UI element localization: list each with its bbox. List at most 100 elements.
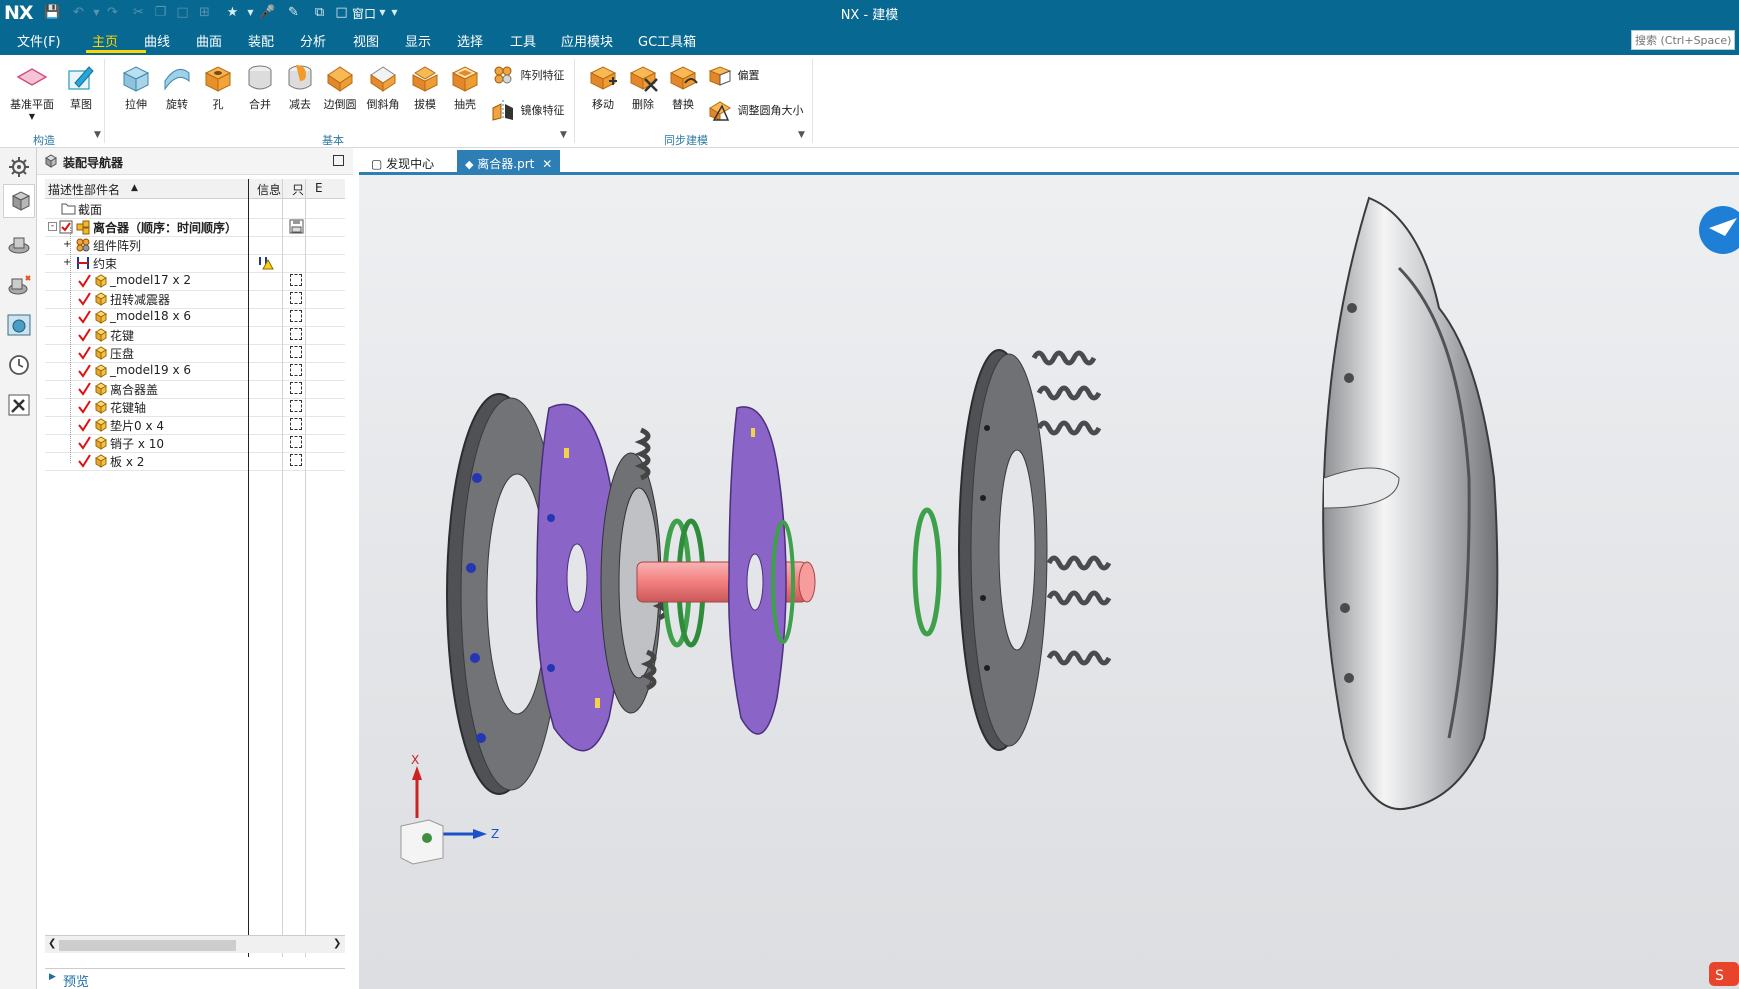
constraint-navigator-icon[interactable]	[6, 232, 32, 258]
maximize-panel-icon[interactable]	[333, 155, 344, 166]
tree-row-component-array[interactable]: + 组件阵列	[45, 235, 345, 255]
tab-assembly[interactable]: 装配	[248, 31, 274, 50]
mirror-feature-icon	[492, 100, 513, 121]
column-extra[interactable]: E	[315, 181, 323, 195]
hole-button[interactable]: 孔	[196, 61, 240, 112]
extrude-button[interactable]: 拉伸	[114, 61, 158, 112]
check-icon[interactable]	[77, 328, 92, 342]
datum-plane-button[interactable]: 基准平面 ▼	[10, 61, 54, 121]
shell-button[interactable]: 抽壳	[443, 61, 487, 112]
tab-display[interactable]: 显示	[405, 31, 431, 50]
tab-clutch-prt[interactable]: ◆ 离合器.prt ✕	[457, 150, 561, 175]
tree-row-spline-shaft[interactable]: 花键轴	[45, 397, 345, 417]
part-icon	[95, 346, 107, 360]
replace-face-button[interactable]: 替换	[661, 61, 705, 112]
tab-view[interactable]: 视图	[353, 31, 379, 50]
edge-blend-button[interactable]: 边倒圆	[318, 61, 362, 112]
basic-group-dropdown-icon[interactable]: ▼	[560, 130, 567, 140]
horizontal-scrollbar[interactable]: ❮ ❯	[45, 935, 345, 953]
assistant-bird-icon[interactable]	[1699, 206, 1739, 254]
tree-row-root-assembly[interactable]: - 离合器（顺序：时间顺序）	[45, 217, 345, 237]
history-clock-icon[interactable]	[6, 352, 32, 378]
scroll-left-arrow-icon[interactable]: ❮	[48, 938, 56, 949]
resize-blend-button[interactable]: 调整圆角大小	[708, 98, 804, 124]
check-icon[interactable]	[77, 400, 92, 414]
subtract-button[interactable]: 减去	[278, 61, 322, 112]
delete-face-button[interactable]: 删除	[621, 61, 665, 112]
tree-row-model18[interactable]: _model18 x 6	[45, 307, 345, 327]
construct-group-dropdown-icon[interactable]: ▼	[94, 130, 101, 140]
tab-curve[interactable]: 曲线	[144, 31, 170, 50]
check-icon[interactable]	[77, 364, 92, 378]
column-info[interactable]: 信息	[257, 181, 281, 198]
pressure-plate[interactable]	[958, 349, 1048, 751]
check-icon[interactable]	[77, 436, 92, 450]
unite-button[interactable]: 合并	[238, 61, 282, 112]
close-tab-icon[interactable]: ✕	[542, 157, 552, 171]
revolve-button[interactable]: 旋转	[155, 61, 199, 112]
spline-shaft[interactable]	[636, 561, 816, 603]
datum-plane-dropdown-icon[interactable]: ▼	[10, 112, 54, 121]
part-icon	[95, 436, 107, 450]
tab-analysis[interactable]: 分析	[300, 31, 326, 50]
preview-section[interactable]: ▶ 预览	[45, 968, 345, 989]
check-icon[interactable]	[77, 382, 92, 396]
clutch-cover[interactable]	[1322, 196, 1499, 811]
assembly-navigator-panel: 装配导航器 描述性部件名 ▲ 信息 只 E 截面 - 离合器（顺序：时间顺序）	[37, 148, 353, 989]
draft-button[interactable]: 拔模	[403, 61, 447, 112]
unite-icon	[248, 65, 272, 90]
mirror-feature-button[interactable]: 镜像特征	[491, 98, 565, 124]
clutch-exploded-model-view[interactable]: X Z S	[359, 178, 1739, 989]
expand-preview-icon[interactable]: ▶	[49, 972, 56, 982]
tree-row-clutch-cover[interactable]: 离合器盖	[45, 379, 345, 399]
pattern-feature-button[interactable]: 阵列特征	[491, 63, 565, 89]
command-search-input[interactable]	[1631, 30, 1735, 50]
tree-row-torsion-damper[interactable]: 扭转减震器	[45, 289, 345, 309]
tab-discovery-center[interactable]: ▢ 发现中心	[363, 150, 442, 175]
spline-hub-plate[interactable]	[728, 406, 795, 735]
tab-select[interactable]: 选择	[457, 31, 483, 50]
tree-row-plate[interactable]: 板 x 2	[45, 451, 345, 471]
move-face-icon	[589, 66, 617, 90]
tree-row-gasket[interactable]: 垫片0 x 4	[45, 415, 345, 435]
offset-face-button[interactable]: 偏置	[708, 63, 760, 89]
menu-file[interactable]: 文件(F)	[17, 31, 61, 50]
scrollbar-thumb[interactable]	[59, 940, 236, 951]
sketch-button[interactable]: 草图	[59, 61, 103, 112]
collapse-toggle-icon[interactable]: -	[48, 222, 57, 231]
tree-row-constraints[interactable]: + 约束	[45, 253, 345, 273]
check-icon[interactable]	[77, 274, 92, 288]
assembly-navigator-tab[interactable]	[3, 184, 35, 218]
basic-group-label: 基本	[322, 134, 344, 147]
move-face-button[interactable]: 移动	[581, 61, 625, 112]
chamfer-button[interactable]: 倒斜角	[361, 61, 405, 112]
tab-gc-toolbox[interactable]: GC工具箱	[638, 31, 696, 50]
tree-row-model17[interactable]: _model17 x 2	[45, 271, 345, 291]
check-icon[interactable]	[77, 310, 92, 324]
reuse-library-tools-icon[interactable]	[6, 392, 32, 418]
gear-icon[interactable]	[6, 154, 32, 180]
scroll-right-arrow-icon[interactable]: ❯	[333, 938, 341, 949]
tab-surface[interactable]: 曲面	[196, 31, 222, 50]
tree-row-pressure-plate[interactable]: 压盘	[45, 343, 345, 363]
check-icon[interactable]	[77, 418, 92, 432]
tab-home[interactable]: 主页	[92, 31, 118, 50]
readonly-placeholder-icon	[290, 328, 302, 340]
sync-group-dropdown-icon[interactable]: ▼	[798, 130, 805, 140]
tree-row-sections[interactable]: 截面	[45, 199, 345, 219]
check-icon[interactable]	[77, 292, 92, 306]
tree-row-spline[interactable]: 花键	[45, 325, 345, 345]
check-icon[interactable]	[77, 346, 92, 360]
tree-row-model19[interactable]: _model19 x 6	[45, 361, 345, 381]
column-descriptive-part-name[interactable]: 描述性部件名	[48, 181, 120, 198]
check-icon[interactable]	[77, 454, 92, 468]
tree-row-pin[interactable]: 销子 x 10	[45, 433, 345, 453]
graphics-window[interactable]: ▢ 发现中心 ◆ 离合器.prt ✕ X Z S	[359, 148, 1739, 989]
column-readonly[interactable]: 只	[292, 181, 304, 198]
tab-application[interactable]: 应用模块	[561, 31, 613, 50]
sort-ascending-icon[interactable]: ▲	[131, 183, 138, 193]
gasket-ring[interactable]	[912, 507, 942, 637]
part-navigator-icon[interactable]	[6, 272, 32, 298]
tab-tools[interactable]: 工具	[510, 31, 536, 50]
web-browser-icon[interactable]	[6, 312, 32, 338]
